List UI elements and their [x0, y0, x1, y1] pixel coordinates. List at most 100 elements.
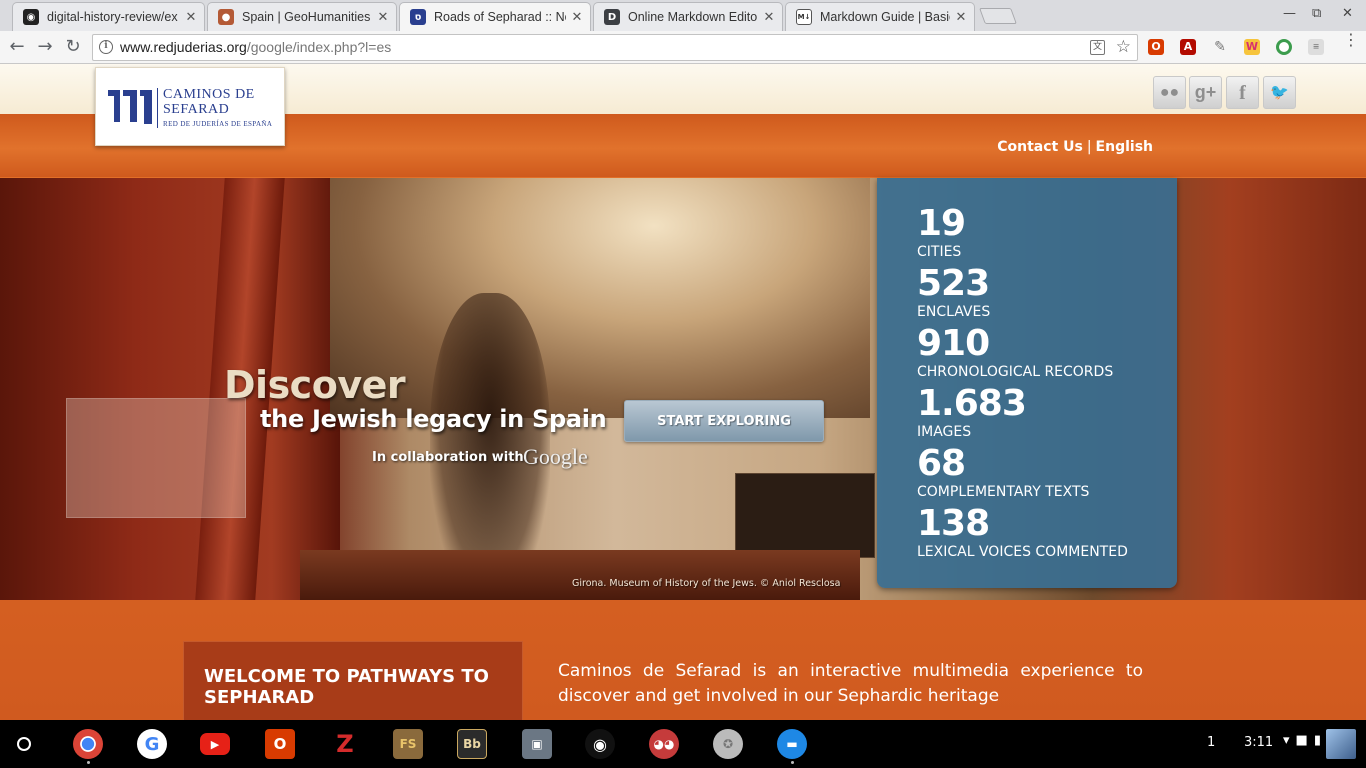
- d-icon: D: [604, 9, 620, 25]
- tab-sepharad[interactable]: ס Roads of Sepharad :: Ne ✕: [399, 2, 591, 31]
- files-icon[interactable]: ▬: [777, 729, 807, 759]
- tab-markdown-guide[interactable]: M↓ Markdown Guide | Basic ✕: [785, 2, 975, 31]
- tab-github[interactable]: ◉ digital-history-review/ex ✕: [12, 2, 205, 31]
- twitter-icon[interactable]: 🐦: [1263, 76, 1296, 109]
- site-logo[interactable]: CAMINOS DE SEFARAD RED DE JUDERÍAS DE ES…: [95, 67, 285, 146]
- tab-title: digital-history-review/ex: [47, 10, 178, 24]
- browser-toolbar: ← → ↻ i www.redjuderias.org/google/index…: [0, 31, 1366, 64]
- markdown-icon: M↓: [796, 9, 812, 25]
- translate-ext-icon[interactable]: ≡: [1308, 39, 1324, 55]
- facebook-icon[interactable]: f: [1226, 76, 1259, 109]
- acrobat-icon[interactable]: A: [1180, 39, 1196, 55]
- office-icon[interactable]: O: [1148, 39, 1164, 55]
- running-indicator: [87, 761, 90, 764]
- photo-credit: Girona. Museum of History of the Jews. ©…: [572, 578, 841, 589]
- reload-icon[interactable]: ↻: [62, 36, 84, 58]
- hero-title: Discover: [224, 363, 406, 407]
- stat-value: 1.683: [917, 383, 1027, 424]
- google-logo: Google: [523, 444, 588, 469]
- menu-icon[interactable]: ⋮: [1343, 32, 1359, 48]
- chrome-icon[interactable]: [73, 729, 103, 759]
- bookmark-star-icon[interactable]: ☆: [1116, 37, 1131, 57]
- tab-markdown-editor[interactable]: D Online Markdown Editor ✕: [593, 2, 783, 31]
- back-icon[interactable]: ←: [6, 36, 28, 58]
- clock[interactable]: 3:11: [1244, 735, 1273, 750]
- logo-separator: [157, 88, 158, 128]
- stat-value: 68: [917, 443, 966, 484]
- close-icon[interactable]: ✕: [762, 10, 776, 25]
- coin-icon[interactable]: ✪: [713, 729, 743, 759]
- top-nav: Contact Us | English: [997, 139, 1153, 155]
- stat-label: LEXICAL VOICES COMMENTED: [917, 544, 1128, 560]
- contact-us-link[interactable]: Contact Us: [997, 139, 1083, 155]
- stat-label: IMAGES: [917, 424, 972, 440]
- flickr-icon[interactable]: ●●: [1153, 76, 1186, 109]
- maximize-icon[interactable]: ⧉: [1312, 6, 1321, 21]
- close-icon[interactable]: ✕: [376, 10, 390, 25]
- chrome-remote-icon[interactable]: [1276, 39, 1292, 55]
- wordflyer-icon[interactable]: W: [1244, 39, 1260, 55]
- address-bar[interactable]: i www.redjuderias.org/google/index.php?l…: [92, 34, 1138, 61]
- web-page: CAMINOS DE SEFARAD RED DE JUDERÍAS DE ES…: [0, 64, 1366, 720]
- sepharad-logo-mark: [108, 90, 152, 124]
- lock-icon: ■: [1295, 733, 1314, 748]
- stat-images: 1.683 IMAGES: [917, 383, 1027, 441]
- sepharad-icon: ס: [410, 9, 426, 25]
- stat-label: CHRONOLOGICAL RECORDS: [917, 364, 1114, 380]
- zotero-icon[interactable]: Z: [330, 729, 360, 759]
- running-indicator: [791, 761, 794, 764]
- close-icon[interactable]: ✕: [570, 10, 584, 25]
- stats-panel: 19 CITIES 523 ENCLAVES 910 CHRONOLOGICAL…: [877, 178, 1177, 588]
- minimize-icon[interactable]: —: [1283, 6, 1296, 21]
- google-plus-icon[interactable]: g+: [1189, 76, 1222, 109]
- tab-title: Online Markdown Editor: [628, 10, 758, 24]
- battery-icon: ▮: [1313, 733, 1327, 748]
- tab-title: Spain | GeoHumanities: [242, 10, 371, 24]
- geohumanities-icon: ●: [218, 9, 234, 25]
- window-close-icon[interactable]: ✕: [1342, 6, 1353, 21]
- launcher-icon[interactable]: [17, 737, 31, 751]
- new-tab-button[interactable]: [979, 8, 1017, 24]
- os-shelf: G ▶ O Z FS Bb ▣ ◉ ◕◕ ✪ ▬ 1 3:11 ▾■▮: [0, 720, 1366, 768]
- stat-value: 138: [917, 503, 990, 544]
- wifi-icon: ▾: [1283, 733, 1296, 748]
- youtube-icon[interactable]: ▶: [200, 733, 230, 755]
- collab-text: In collaboration with: [372, 450, 524, 465]
- exhibit-plaque: [735, 473, 875, 558]
- office-icon[interactable]: O: [265, 729, 295, 759]
- wall-panel: [66, 398, 246, 518]
- notification-count[interactable]: 1: [1207, 735, 1215, 750]
- translate-icon[interactable]: 文: [1090, 40, 1105, 55]
- floor: [300, 550, 860, 600]
- intro-text: Caminos de Sefarad is an interactive mul…: [558, 661, 1143, 706]
- github-icon[interactable]: ◉: [585, 729, 615, 759]
- logo-line-2: SEFARAD: [163, 102, 230, 117]
- forward-icon[interactable]: →: [34, 36, 56, 58]
- welcome-title: WELCOME TO PATHWAYS TO SEPHARAD: [204, 666, 489, 708]
- language-link[interactable]: English: [1096, 139, 1153, 155]
- owl-icon[interactable]: ◕◕: [649, 729, 679, 759]
- google-icon[interactable]: G: [137, 729, 167, 759]
- status-tray[interactable]: ▾■▮: [1283, 733, 1327, 748]
- url-text[interactable]: www.redjuderias.org/google/index.php?l=e…: [120, 39, 391, 55]
- close-icon[interactable]: ✕: [184, 10, 198, 25]
- url-path: /google/index.php?l=es: [246, 39, 392, 55]
- avatar[interactable]: [1326, 729, 1356, 759]
- start-exploring-button[interactable]: START EXPLORING: [624, 400, 824, 442]
- tab-title: Roads of Sepharad :: Ne: [434, 10, 566, 24]
- cloud-ceiling: [330, 178, 870, 418]
- pen-icon[interactable]: ✎: [1212, 39, 1228, 55]
- hero-subtitle: the Jewish legacy in Spain: [260, 405, 607, 433]
- logo-line-1: CAMINOS DE: [163, 87, 255, 102]
- stat-value: 19: [917, 203, 966, 244]
- tab-strip: ◉ digital-history-review/ex ✕ ● Spain | …: [0, 0, 1366, 31]
- info-icon[interactable]: i: [99, 40, 113, 54]
- stat-label: ENCLAVES: [917, 304, 991, 320]
- stat-enclaves: 523 ENCLAVES: [917, 264, 991, 321]
- cube-icon[interactable]: ▣: [522, 729, 552, 759]
- blackboard-icon[interactable]: Bb: [457, 729, 487, 759]
- close-icon[interactable]: ✕: [954, 10, 968, 25]
- fs-icon[interactable]: FS: [393, 729, 423, 759]
- tab-title: Markdown Guide | Basic: [820, 10, 950, 24]
- tab-geohumanities[interactable]: ● Spain | GeoHumanities ✕: [207, 2, 397, 31]
